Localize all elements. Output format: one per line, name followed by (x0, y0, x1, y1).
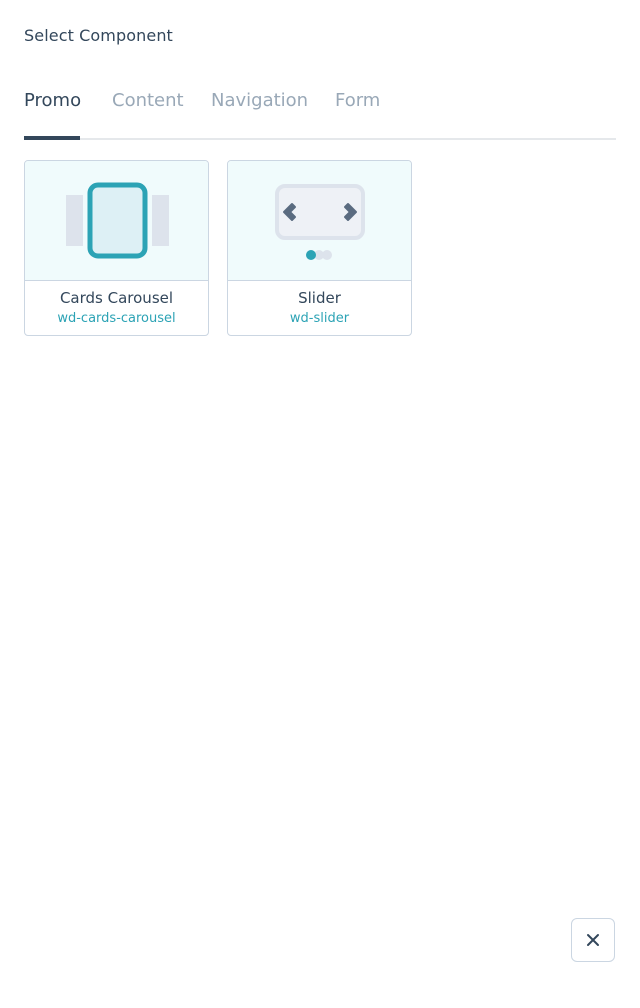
close-icon (587, 934, 599, 946)
component-picker: Select Component Promo Content Navigatio… (0, 0, 640, 1008)
tab-form[interactable]: Form (335, 90, 380, 125)
slider-icon (275, 184, 365, 260)
cards-carousel-icon (66, 182, 169, 259)
component-id: wd-slider (289, 311, 350, 326)
tab-content-label: Content (112, 90, 184, 111)
tab-promo-label: Promo (24, 90, 82, 111)
tab-promo[interactable]: Promo (24, 90, 81, 125)
tab-navigation-label: Navigation (211, 90, 309, 111)
component-preview (25, 161, 208, 281)
active-tab-indicator (24, 136, 80, 140)
component-title: Slider (298, 289, 341, 307)
category-tabs: Promo Content Navigation Form (24, 88, 616, 140)
component-card-cards-carousel[interactable]: Cards Carousel wd-cards-carousel (24, 160, 209, 336)
tab-content[interactable]: Content (112, 90, 184, 125)
component-title: Cards Carousel (59, 289, 174, 307)
close-button[interactable] (571, 918, 615, 962)
component-preview (228, 161, 411, 281)
component-id: wd-cards-carousel (57, 311, 176, 326)
tab-form-label: Form (335, 90, 381, 111)
page-title: Select Component (24, 26, 173, 45)
tab-navigation[interactable]: Navigation (211, 90, 308, 125)
component-card-slider[interactable]: Slider wd-slider (227, 160, 412, 336)
